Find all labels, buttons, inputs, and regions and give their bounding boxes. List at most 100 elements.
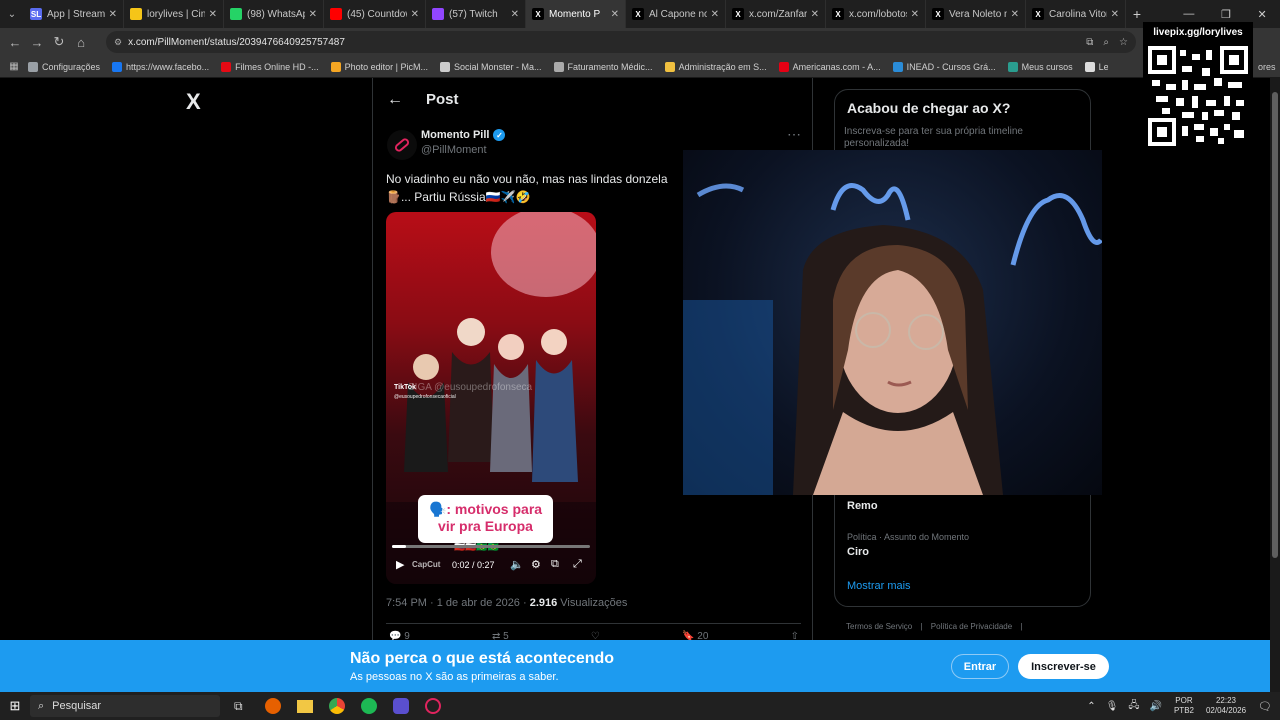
tab-close-icon[interactable]: ✕ <box>611 9 619 20</box>
tab[interactable]: lorylives | Cine ✕ <box>124 0 224 28</box>
bookmark-item[interactable]: Americanas.com - A... <box>778 61 881 72</box>
signup-button[interactable]: Inscrever-se <box>1018 654 1109 679</box>
reload-icon[interactable]: ↻ <box>48 34 70 50</box>
tab-close-icon[interactable]: ✕ <box>911 9 919 20</box>
site-info-icon[interactable]: ⚙ <box>114 37 122 48</box>
tab-close-icon[interactable]: ✕ <box>1011 9 1019 20</box>
tab-close-icon[interactable]: ✕ <box>309 9 317 20</box>
show-more-link[interactable]: Mostrar mais <box>847 580 911 592</box>
privacy-link[interactable]: Política de Privacidade <box>931 622 1012 631</box>
tab-search-icon[interactable]: ⌄ <box>0 9 24 20</box>
chrome-icon[interactable] <box>328 698 345 714</box>
scrollbar-thumb[interactable] <box>1272 92 1278 558</box>
clock[interactable]: 22:23 02/04/2026 <box>1206 696 1246 716</box>
tab-close-icon[interactable]: ✕ <box>109 9 117 20</box>
install-icon[interactable]: ⧉ <box>1086 37 1093 48</box>
obs-icon[interactable] <box>424 698 441 714</box>
apps-icon[interactable]: ▦ <box>0 61 28 72</box>
tab[interactable]: X Vera Noleto no ✕ <box>926 0 1026 28</box>
url-field[interactable]: ⚙ x.com/PillMoment/status/20394766409257… <box>106 31 1136 53</box>
tab-close-icon[interactable]: ✕ <box>1111 9 1119 20</box>
tab[interactable]: X Carolina Vitori ✕ <box>1026 0 1126 28</box>
firefox-icon[interactable] <box>264 698 281 714</box>
windows-start-icon[interactable]: ⊞ <box>0 698 30 714</box>
tab[interactable]: Xx.com/Zanfarel ✕ <box>726 0 826 28</box>
trend-name[interactable]: Ciro <box>847 546 869 558</box>
discord-icon[interactable] <box>392 698 409 714</box>
bookmark-item[interactable]: INEAD - Cursos Grá... <box>892 61 996 72</box>
close-window-icon[interactable]: ✕ <box>1257 8 1266 21</box>
bookmark-item[interactable]: Social Monster - Ma... <box>439 61 542 72</box>
x-logo[interactable]: X <box>186 89 201 115</box>
network-icon[interactable]: 🖧 <box>1128 698 1139 715</box>
bookmark-item[interactable]: Legendas - baixe le... <box>1084 61 1108 72</box>
tray-arrow-icon[interactable]: ⌃ <box>1087 701 1095 712</box>
tab[interactable]: (57) Twitch ✕ <box>426 0 526 28</box>
x-icon: X <box>832 8 844 20</box>
bookmark-item[interactable]: Photo editor | PicM... <box>330 61 428 72</box>
settings-icon[interactable]: ⚙ <box>531 558 541 571</box>
minimize-icon[interactable]: — <box>1183 8 1194 21</box>
mic-icon[interactable]: 🎙 <box>1106 701 1119 712</box>
new-tab-button[interactable]: + <box>1126 6 1148 22</box>
fullscreen-icon[interactable]: ⤢ <box>573 558 582 571</box>
bookmark-item[interactable]: Administração em S... <box>664 61 767 72</box>
pip-icon[interactable]: ⧉ <box>551 558 559 571</box>
overlay-line1: 🗣️: motivos para <box>428 501 543 517</box>
volume-icon[interactable]: 🔈 <box>510 558 524 571</box>
file-explorer-icon[interactable] <box>296 699 313 713</box>
bookmark-item[interactable]: Faturamento Médic... <box>553 61 653 72</box>
bookmark-item[interactable]: Filmes Online HD -... <box>221 61 319 72</box>
avatar[interactable] <box>387 130 417 160</box>
tab[interactable]: Xx.com/lobotos ✕ <box>826 0 926 28</box>
video-progress-track[interactable] <box>392 545 590 548</box>
tab[interactable]: (45) Countdow ✕ <box>324 0 426 28</box>
author-handle[interactable]: @PillMoment <box>421 144 487 156</box>
divider <box>386 623 801 624</box>
bookmark-label: INEAD - Cursos Grá... <box>906 61 996 72</box>
login-button[interactable]: Entrar <box>951 654 1009 679</box>
back-arrow-icon[interactable]: ← <box>387 91 403 109</box>
tab-close-icon[interactable]: ✕ <box>411 9 419 20</box>
more-icon[interactable]: ⋯ <box>787 126 801 143</box>
video-time: 0:02 / 0:27 <box>452 560 495 570</box>
video-player[interactable]: TikTok @eusoupedrofonsecaoficial SIGA @e… <box>386 212 596 584</box>
play-icon[interactable]: ▶ <box>396 558 404 571</box>
back-icon[interactable]: ← <box>4 35 26 50</box>
bookmark-icon <box>1007 61 1018 72</box>
author-name[interactable]: Momento Pill <box>421 129 489 141</box>
tiktok-handle: @eusoupedrofonsecaoficial <box>394 394 456 400</box>
tab-label: App | StreamL <box>47 8 105 20</box>
bookmarks-more[interactable]: ores <box>1258 62 1276 72</box>
tab-close-icon[interactable]: ✕ <box>511 9 519 20</box>
tab[interactable]: SL App | StreamL ✕ <box>24 0 124 28</box>
taskbar-search[interactable]: ⌕ Pesquisar <box>30 695 220 717</box>
tweet-timestamp[interactable]: 7:54 PM · 1 de abr de 2026 · <box>386 597 530 609</box>
bookmark-star-icon[interactable]: ☆ <box>1119 37 1128 48</box>
language-indicator[interactable]: POR PTB2 <box>1174 696 1194 716</box>
zoom-icon[interactable]: ⌕ <box>1103 37 1109 48</box>
restore-icon[interactable]: ❐ <box>1221 8 1231 21</box>
task-view-icon[interactable]: ⧉ <box>234 699 243 714</box>
notifications-icon[interactable]: 🗨 <box>1258 700 1272 713</box>
bookmark-item[interactable]: Configurações <box>28 61 100 72</box>
x-icon: X <box>1032 8 1044 20</box>
tab-close-icon[interactable]: ✕ <box>209 9 217 20</box>
spotify-icon[interactable] <box>360 698 377 714</box>
clock-time: 22:23 <box>1215 696 1237 705</box>
bookmark-icon <box>330 61 341 72</box>
forward-icon[interactable]: → <box>26 35 48 50</box>
trend-name[interactable]: Remo <box>847 500 878 512</box>
tab-close-icon[interactable]: ✕ <box>811 9 819 20</box>
tab[interactable]: X Momento P ✕ <box>526 0 626 28</box>
terms-link[interactable]: Termos de Serviço <box>846 622 912 631</box>
home-icon[interactable]: ⌂ <box>70 35 92 50</box>
volume-tray-icon[interactable]: 🔊 <box>1150 701 1162 712</box>
tab[interactable]: X Al Capone no X ✕ <box>626 0 726 28</box>
tab-close-icon[interactable]: ✕ <box>711 9 719 20</box>
streamlabs-icon: SL <box>30 8 42 20</box>
signup-banner: Não perca o que está acontecendo As pess… <box>0 640 1270 692</box>
bookmark-item[interactable]: Meus cursos <box>1007 61 1073 72</box>
tab[interactable]: (98) WhatsApp ✕ <box>224 0 324 28</box>
bookmark-item[interactable]: https://www.facebo... <box>112 61 209 72</box>
